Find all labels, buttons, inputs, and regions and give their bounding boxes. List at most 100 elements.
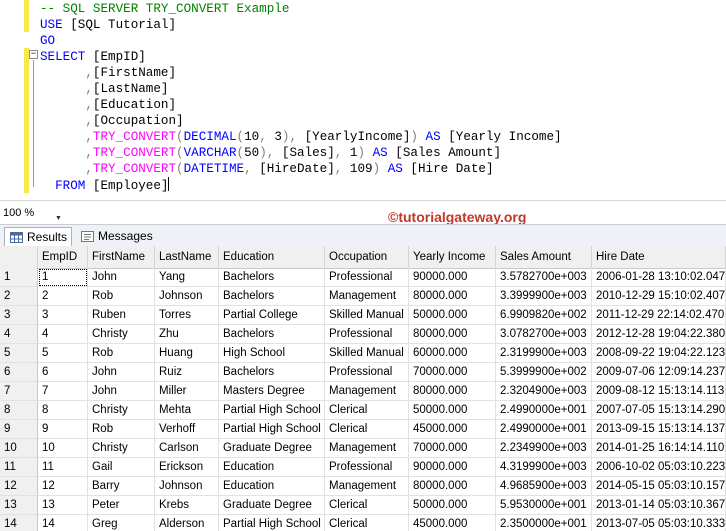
table-cell[interactable]: 3.0782700e+003 bbox=[496, 325, 592, 344]
column-header[interactable]: Yearly Income bbox=[409, 246, 496, 268]
table-cell[interactable]: Gail bbox=[88, 458, 155, 477]
table-cell[interactable]: 2.4990000e+001 bbox=[496, 420, 592, 439]
table-cell[interactable]: Management bbox=[325, 382, 409, 401]
table-cell[interactable]: 4.3199900e+003 bbox=[496, 458, 592, 477]
table-row[interactable]: 11 11 Gail Erickson Education Professional 900… bbox=[0, 458, 726, 477]
table-cell[interactable]: 80000.000 bbox=[409, 477, 496, 496]
table-cell[interactable]: Professional bbox=[325, 363, 409, 382]
table-cell[interactable]: Ruben bbox=[88, 306, 155, 325]
table-cell[interactable]: Bachelors bbox=[219, 363, 325, 382]
table-row[interactable]: 5 5 Rob Huang High School Skilled Manual 60000… bbox=[0, 344, 726, 363]
row-number[interactable]: 6 bbox=[0, 363, 38, 382]
table-cell[interactable]: 70000.000 bbox=[409, 363, 496, 382]
table-cell[interactable]: 4 bbox=[38, 325, 88, 344]
table-cell[interactable]: Krebs bbox=[155, 496, 219, 515]
code-line[interactable]: -- SQL SERVER TRY_CONVERT Example bbox=[40, 1, 562, 17]
table-cell[interactable]: Greg bbox=[88, 515, 155, 531]
table-cell[interactable]: 6.9909820e+002 bbox=[496, 306, 592, 325]
table-cell[interactable]: Erickson bbox=[155, 458, 219, 477]
table-row[interactable]: 8 8 Christy Mehta Partial High School Clerica… bbox=[0, 401, 726, 420]
table-cell[interactable]: 90000.000 bbox=[409, 268, 496, 287]
table-cell[interactable]: 9 bbox=[38, 420, 88, 439]
table-row[interactable]: 3 3 Ruben Torres Partial College Skilled Manu… bbox=[0, 306, 726, 325]
table-cell[interactable]: 2.3199900e+003 bbox=[496, 344, 592, 363]
table-cell[interactable]: 45000.000 bbox=[409, 515, 496, 531]
table-row[interactable]: 6 6 John Ruiz Bachelors Professional 70000.000… bbox=[0, 363, 726, 382]
table-cell[interactable]: Verhoff bbox=[155, 420, 219, 439]
table-cell[interactable]: 2.3204900e+003 bbox=[496, 382, 592, 401]
table-cell[interactable]: Partial High School bbox=[219, 401, 325, 420]
table-cell[interactable]: 2012-12-28 19:04:22.380 bbox=[592, 325, 726, 344]
column-header[interactable]: Education bbox=[219, 246, 325, 268]
row-number[interactable]: 1 bbox=[0, 268, 38, 287]
code-line[interactable]: ,[FirstName] bbox=[40, 65, 562, 81]
table-row[interactable]: 9 9 Rob Verhoff Partial High School Clerical 4… bbox=[0, 420, 726, 439]
code-line[interactable]: ,[LastName] bbox=[40, 81, 562, 97]
table-cell[interactable]: 70000.000 bbox=[409, 439, 496, 458]
sql-code[interactable]: -- SQL SERVER TRY_CONVERT Example USE [SQ… bbox=[40, 1, 562, 194]
table-cell[interactable]: 80000.000 bbox=[409, 325, 496, 344]
table-cell[interactable]: 50000.000 bbox=[409, 306, 496, 325]
table-cell[interactable]: 2006-10-02 05:03:10.223 bbox=[592, 458, 726, 477]
row-number[interactable]: 2 bbox=[0, 287, 38, 306]
row-number[interactable]: 9 bbox=[0, 420, 38, 439]
table-row[interactable]: 10 10 Christy Carlson Graduate Degree Managem… bbox=[0, 439, 726, 458]
results-grid[interactable]: EmpID FirstName LastName Education Occupatio… bbox=[0, 246, 726, 531]
table-cell[interactable]: Christy bbox=[88, 439, 155, 458]
code-line[interactable]: ,[Education] bbox=[40, 97, 562, 113]
table-cell[interactable]: 13 bbox=[38, 496, 88, 515]
table-row[interactable]: 7 7 John Miller Masters Degree Management 8000… bbox=[0, 382, 726, 401]
row-number[interactable]: 11 bbox=[0, 458, 38, 477]
table-cell[interactable]: Education bbox=[219, 458, 325, 477]
table-cell[interactable]: 2007-07-05 15:13:14.290 bbox=[592, 401, 726, 420]
table-cell[interactable]: 2014-05-15 05:03:10.157 bbox=[592, 477, 726, 496]
table-cell[interactable]: 2.3500000e+001 bbox=[496, 515, 592, 531]
table-cell[interactable]: Partial High School bbox=[219, 515, 325, 531]
table-cell[interactable]: Management bbox=[325, 287, 409, 306]
table-cell[interactable]: Skilled Manual bbox=[325, 306, 409, 325]
table-cell[interactable]: Graduate Degree bbox=[219, 439, 325, 458]
table-cell[interactable]: 3.3999900e+003 bbox=[496, 287, 592, 306]
query-editor[interactable]: − -- SQL SERVER TRY_CONVERT Example USE [… bbox=[0, 0, 726, 200]
table-cell[interactable]: 14 bbox=[38, 515, 88, 531]
table-cell[interactable]: Professional bbox=[325, 268, 409, 287]
table-cell[interactable]: Miller bbox=[155, 382, 219, 401]
table-cell[interactable]: Carlson bbox=[155, 439, 219, 458]
table-cell[interactable]: Rob bbox=[88, 344, 155, 363]
table-cell[interactable]: 45000.000 bbox=[409, 420, 496, 439]
table-cell[interactable]: Alderson bbox=[155, 515, 219, 531]
table-cell[interactable]: 60000.000 bbox=[409, 344, 496, 363]
table-cell[interactable]: Christy bbox=[88, 401, 155, 420]
table-cell[interactable]: Huang bbox=[155, 344, 219, 363]
column-header[interactable]: LastName bbox=[155, 246, 219, 268]
table-cell[interactable]: Professional bbox=[325, 458, 409, 477]
zoom-select[interactable]: 100 % ▼ bbox=[3, 206, 62, 222]
table-cell[interactable]: Ruiz bbox=[155, 363, 219, 382]
table-cell[interactable]: Christy bbox=[88, 325, 155, 344]
code-line[interactable]: GO bbox=[40, 33, 562, 49]
table-cell[interactable]: Zhu bbox=[155, 325, 219, 344]
code-line[interactable]: ,TRY_CONVERT(DECIMAL(10, 3), [YearlyInco… bbox=[40, 129, 561, 145]
table-cell[interactable]: 80000.000 bbox=[409, 382, 496, 401]
table-cell[interactable]: Skilled Manual bbox=[325, 344, 409, 363]
column-header[interactable]: Sales Amount bbox=[496, 246, 592, 268]
table-row[interactable]: 12 12 Barry Johnson Education Management 80000… bbox=[0, 477, 726, 496]
table-cell[interactable]: 2009-08-12 15:13:14.113 bbox=[592, 382, 726, 401]
table-cell[interactable]: Graduate Degree bbox=[219, 496, 325, 515]
table-cell[interactable]: 2.4990000e+001 bbox=[496, 401, 592, 420]
table-cell[interactable]: Johnson bbox=[155, 477, 219, 496]
code-line[interactable]: SELECT [EmpID] bbox=[40, 49, 562, 65]
table-cell[interactable]: John bbox=[88, 382, 155, 401]
row-number[interactable]: 10 bbox=[0, 439, 38, 458]
table-cell[interactable]: 90000.000 bbox=[409, 458, 496, 477]
row-number[interactable]: 5 bbox=[0, 344, 38, 363]
table-cell[interactable]: Bachelors bbox=[219, 287, 325, 306]
table-cell[interactable]: Clerical bbox=[325, 515, 409, 531]
column-header[interactable]: FirstName bbox=[88, 246, 155, 268]
table-cell[interactable]: Bachelors bbox=[219, 325, 325, 344]
collapse-toggle-icon[interactable]: − bbox=[29, 50, 38, 59]
table-cell[interactable]: 2013-07-05 05:03:10.333 bbox=[592, 515, 726, 531]
table-cell[interactable]: 4.9685900e+003 bbox=[496, 477, 592, 496]
table-cell[interactable]: High School bbox=[219, 344, 325, 363]
table-cell[interactable]: Clerical bbox=[325, 420, 409, 439]
